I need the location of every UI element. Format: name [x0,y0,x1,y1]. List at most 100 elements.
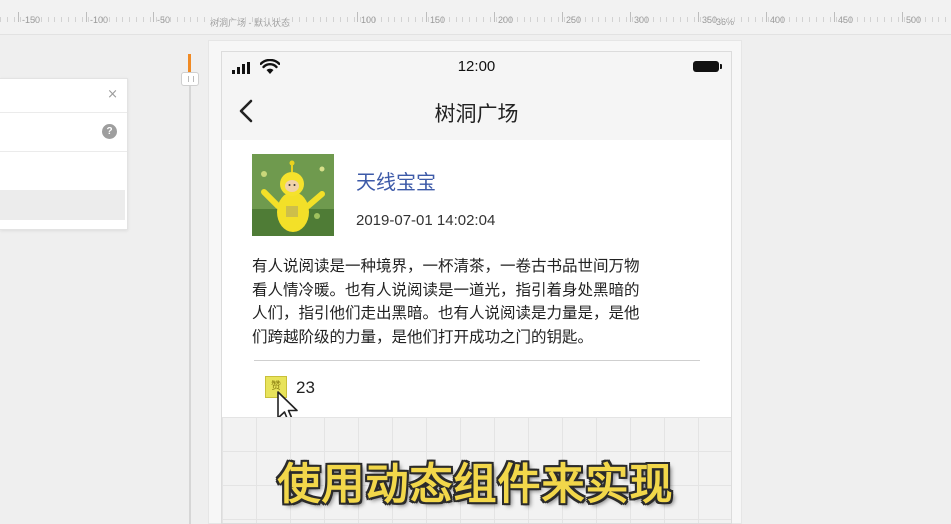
ruler-minor-tick [462,17,463,22]
ruler-minor-tick [612,17,613,22]
ruler-minor-tick [265,17,266,22]
ruler-minor-tick [490,17,491,22]
ruler-minor-tick [320,17,321,22]
zoom-level[interactable]: 36% [716,17,734,27]
ruler-minor-tick [388,17,389,22]
ruler-label: 350 [702,15,718,25]
ruler-minor-tick [898,17,899,22]
ruler-minor-tick [184,17,185,22]
ruler-minor-tick [449,17,450,22]
ruler-minor-tick [891,17,892,22]
ruler-minor-tick [252,17,253,22]
ruler-major-tick [630,12,631,22]
ruler-minor-tick [476,17,477,22]
help-icon[interactable]: ? [102,124,117,139]
ruler-minor-tick [755,17,756,22]
ruler-minor-tick [483,17,484,22]
ruler-minor-tick [564,17,565,22]
ruler-minor-tick [116,17,117,22]
panel-row[interactable] [0,152,127,190]
ruler-label: 450 [838,15,854,25]
post-username[interactable]: 天线宝宝 [356,166,436,195]
ruler-minor-tick [945,17,946,22]
ruler-label: 150 [430,15,446,25]
ruler-minor-tick [877,17,878,22]
ruler-major-tick [698,12,699,22]
ruler-minor-tick [626,17,627,22]
ruler-minor-tick [41,17,42,22]
navigation-bar: 树洞广场 [222,82,731,140]
ruler-major-tick [834,12,835,22]
ruler-label: -100 [90,15,109,25]
app-root: 树洞广场 - 默认状态 36% -150 -100 -50 100 150 200 250 3… [0,0,951,524]
ruler-minor-tick [204,17,205,22]
ruler-minor-tick [122,17,123,22]
ruler-minor-tick [422,17,423,22]
ruler-minor-tick [286,17,287,22]
ruler-minor-tick [258,17,259,22]
ruler-minor-tick [517,17,518,22]
vertical-slider-handle[interactable] [181,72,199,86]
ruler-label: 500 [906,15,922,25]
panel-row[interactable]: ? [0,113,127,152]
ruler-minor-tick [496,17,497,22]
ruler-minor-tick [687,17,688,22]
avatar[interactable] [252,154,334,236]
ruler-minor-tick [415,17,416,22]
ruler-minor-tick [809,17,810,22]
ruler-minor-tick [190,17,191,22]
ruler-minor-tick [741,17,742,22]
divider [254,360,700,361]
post-timestamp: 2019-07-01 14:02:04 [356,212,496,229]
ruler-minor-tick [660,17,661,22]
close-icon[interactable]: × [107,88,118,102]
ruler-page-caption: 树洞广场 - 默认状态 [210,18,290,28]
ruler-minor-tick [700,17,701,22]
ruler-minor-tick [347,17,348,22]
ruler-minor-tick [816,17,817,22]
ruler-minor-tick [469,17,470,22]
ruler-minor-tick [721,17,722,22]
post-body-text: 有人说阅读是一种境界，一杯清茶，一卷古书品世间万物 看人情冷暖。也有人说阅读是一… [252,257,640,346]
ruler-minor-tick [0,17,1,22]
ruler-minor-tick [537,17,538,22]
ruler-major-tick [426,12,427,22]
ruler-minor-tick [394,17,395,22]
ruler-minor-tick [82,17,83,22]
ruler-minor-tick [354,17,355,22]
ruler-minor-tick [129,17,130,22]
ruler-minor-tick [673,17,674,22]
ruler-minor-tick [408,17,409,22]
ruler-minor-tick [14,17,15,22]
ruler-minor-tick [340,17,341,22]
ruler-minor-tick [632,17,633,22]
ruler-minor-tick [762,17,763,22]
ruler-minor-tick [299,17,300,22]
ruler-minor-tick [88,17,89,22]
ruler-minor-tick [150,17,151,22]
ruler-minor-tick [136,17,137,22]
ruler-minor-tick [177,17,178,22]
ruler-minor-tick [544,17,545,22]
ruler-minor-tick [313,17,314,22]
ruler-minor-tick [524,17,525,22]
ruler-minor-tick [605,17,606,22]
status-time: 12:00 [457,58,496,75]
ruler-minor-tick [7,17,8,22]
panel-header: × [0,79,127,113]
ruler-minor-tick [802,17,803,22]
panel-row-selected[interactable] [0,190,125,220]
battery-icon [693,61,722,72]
ruler-minor-tick [836,17,837,22]
ruler-minor-tick [245,17,246,22]
teletubby-image [252,154,334,236]
ruler-minor-tick [768,17,769,22]
page-title: 树洞广场 [434,102,519,126]
ruler-minor-tick [143,17,144,22]
ruler-minor-tick [694,17,695,22]
ruler-minor-tick [870,17,871,22]
ruler-minor-tick [925,17,926,22]
ruler-minor-tick [884,17,885,22]
ruler-minor-tick [551,17,552,22]
ruler-minor-tick [231,17,232,22]
